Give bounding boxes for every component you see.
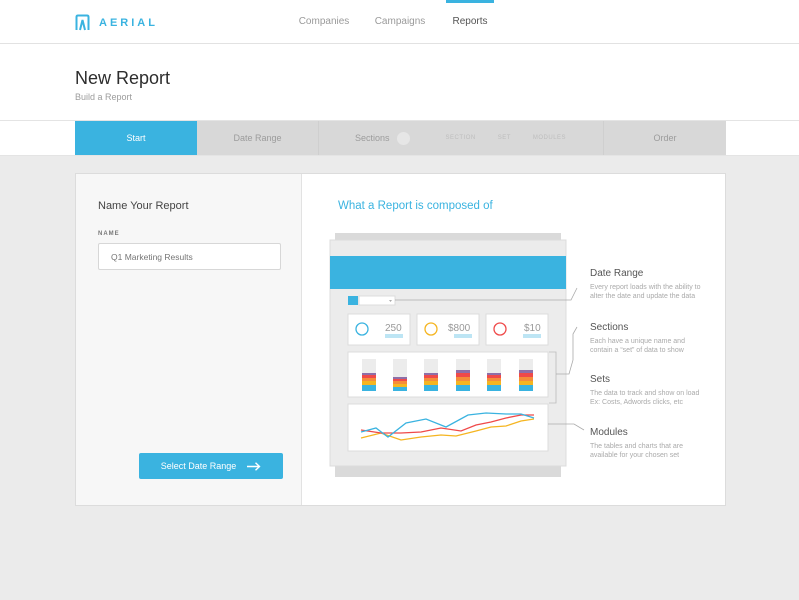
bar-segment — [424, 375, 438, 378]
bar-segment — [487, 385, 501, 391]
annotation-desc: The tables and charts that are — [590, 443, 683, 450]
bar-segment — [424, 381, 438, 385]
bar-segment — [393, 384, 407, 387]
bar-segment — [487, 375, 501, 378]
bar-segment — [393, 377, 407, 379]
bar-segment — [487, 378, 501, 381]
bar-segment — [456, 373, 470, 377]
bar-segment — [456, 381, 470, 385]
annotation-desc: contain a “set” of data to show — [590, 347, 685, 354]
step-label: Sections — [355, 133, 390, 143]
nav-companies[interactable]: Companies — [292, 0, 356, 44]
annotation-desc: Each have a unique name and — [590, 338, 685, 345]
substep-modules: MODULES — [532, 135, 567, 141]
stat-bar — [523, 334, 541, 338]
bar-segment — [456, 370, 470, 373]
bar-segment — [456, 377, 470, 381]
bar-segment — [424, 378, 438, 381]
bar-segment — [424, 373, 438, 375]
annotation-desc: The data to track and show on load — [590, 390, 699, 397]
bar-segment — [519, 370, 533, 373]
annotation-desc: available for your chosen set — [590, 452, 679, 459]
step-date-range[interactable]: Date Range — [197, 121, 319, 155]
bar-segment — [362, 378, 376, 381]
page-subtitle: Build a Report — [75, 92, 133, 102]
page-header-band — [330, 256, 566, 289]
step-label: Date Range — [233, 133, 282, 143]
annotation-desc: alter the date and update the data — [590, 293, 695, 300]
annotation-title-modules: Modules — [590, 427, 628, 438]
bar-segment — [424, 385, 438, 391]
page-title: New Report — [75, 68, 171, 88]
bar-segment — [519, 373, 533, 377]
logo[interactable]: AERIAL — [75, 14, 158, 31]
stepper-band: Start Date Range Sections SECTION SET MO… — [0, 120, 799, 156]
stat-value-2: $800 — [448, 323, 471, 334]
bar-segment — [362, 373, 376, 375]
report-composition-diagram: 250 $800 $10 Date Range Every report loa… — [329, 233, 701, 477]
bar-segment — [519, 385, 533, 391]
annotation-desc: Ex: Costs, Adwords clicks, etc — [590, 399, 683, 406]
stat-value-3: $10 — [524, 323, 541, 334]
stat-bar — [454, 334, 472, 338]
nav-reports[interactable]: Reports — [446, 0, 494, 44]
step-label: Start — [126, 133, 146, 143]
step-order[interactable]: Order — [604, 121, 726, 155]
aerial-logo-icon — [75, 14, 90, 31]
report-card: Name Your Report NAME Select Date Range … — [75, 173, 726, 506]
annotation-desc: Every report loads with the ability to — [590, 284, 701, 291]
annotation-title-sets: Sets — [590, 374, 610, 385]
line-module — [347, 403, 549, 452]
bar-segment — [487, 381, 501, 385]
page-header: New Report Build a Report — [0, 44, 799, 120]
bar-segment — [519, 381, 533, 385]
bar-segment — [456, 385, 470, 391]
bar-segment — [393, 387, 407, 391]
bar-segment — [393, 379, 407, 381]
bar-segment — [362, 375, 376, 378]
bar-segment — [362, 385, 376, 391]
brand-name: AERIAL — [99, 16, 158, 29]
substep-set: SET — [497, 135, 511, 141]
annotation-title-sections: Sections — [590, 322, 628, 333]
step-start[interactable]: Start — [75, 121, 197, 155]
report-stepper: Start Date Range Sections SECTION SET MO… — [75, 121, 726, 157]
bar-segment — [393, 381, 407, 384]
date-range-icon — [348, 296, 358, 305]
step-sections[interactable]: Sections SECTION SET MODULES — [319, 121, 604, 155]
bar-segment — [362, 381, 376, 385]
bar-module — [347, 351, 549, 398]
step-status-dot — [396, 131, 410, 145]
bar-segment — [487, 373, 501, 375]
stat-bar — [385, 334, 403, 338]
nav-campaigns[interactable]: Campaigns — [370, 0, 430, 44]
bar-segment — [519, 377, 533, 381]
annotation-title-date-range: Date Range — [590, 268, 644, 279]
step-label: Order — [653, 133, 677, 143]
top-navbar: AERIAL Companies Campaigns Reports — [0, 0, 799, 44]
stat-value-1: 250 — [385, 323, 402, 334]
substep-section: SECTION — [445, 135, 476, 141]
